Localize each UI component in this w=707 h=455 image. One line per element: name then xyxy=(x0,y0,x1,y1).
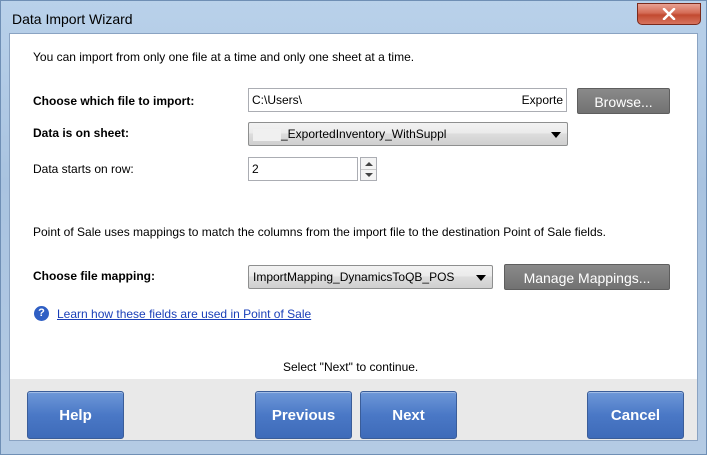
mapping-select[interactable]: ImportMapping_DynamicsToQB_POS xyxy=(248,265,493,289)
browse-button[interactable]: Browse... xyxy=(577,88,670,114)
row-label: Data starts on row: xyxy=(33,162,134,176)
next-button[interactable]: Next xyxy=(360,391,457,439)
arrow-down-icon xyxy=(364,173,373,177)
title-bar[interactable]: Data Import Wizard xyxy=(1,1,706,33)
close-icon xyxy=(662,8,676,20)
start-row-value: 2 xyxy=(252,162,259,176)
help-button[interactable]: Help xyxy=(27,391,124,439)
previous-button[interactable]: Previous xyxy=(255,391,352,439)
file-path-input[interactable]: C:\Users\ Exporte xyxy=(248,88,567,112)
intro-text: You can import from only one file at a t… xyxy=(33,50,415,64)
start-row-spinner[interactable] xyxy=(360,157,377,181)
chevron-down-icon xyxy=(476,275,486,281)
spin-down-button[interactable] xyxy=(361,169,376,180)
help-question-icon: ? xyxy=(34,306,49,321)
mapping-select-value: ImportMapping_DynamicsToQB_POS xyxy=(253,270,455,284)
learn-fields-link[interactable]: Learn how these fields are used in Point… xyxy=(57,307,311,321)
dialog-window: Data Import Wizard You can import from o… xyxy=(0,0,707,455)
file-path-start: C:\Users\ xyxy=(252,93,303,107)
chevron-down-icon xyxy=(551,132,561,138)
arrow-up-icon xyxy=(364,161,373,166)
file-label: Choose which file to import: xyxy=(33,94,195,108)
sheet-label: Data is on sheet: xyxy=(33,126,130,140)
sheet-select-value: _ExportedInventory_WithSuppl xyxy=(281,127,447,141)
window-title: Data Import Wizard xyxy=(12,11,133,27)
close-button[interactable] xyxy=(637,3,701,25)
dialog-content: You can import from only one file at a t… xyxy=(9,33,698,441)
manage-mappings-button[interactable]: Manage Mappings... xyxy=(504,264,670,290)
sheet-select[interactable]: _ExportedInventory_WithSuppl xyxy=(248,122,568,146)
start-row-input[interactable]: 2 xyxy=(248,157,358,181)
redacted-prefix xyxy=(253,128,281,141)
instruction-text: Select "Next" to continue. xyxy=(283,360,419,374)
spin-up-button[interactable] xyxy=(361,158,376,169)
mapping-info-text: Point of Sale uses mappings to match the… xyxy=(33,225,606,239)
mapping-label: Choose file mapping: xyxy=(33,269,156,283)
file-path-end: Exporte xyxy=(521,93,563,107)
cancel-button[interactable]: Cancel xyxy=(587,391,684,439)
